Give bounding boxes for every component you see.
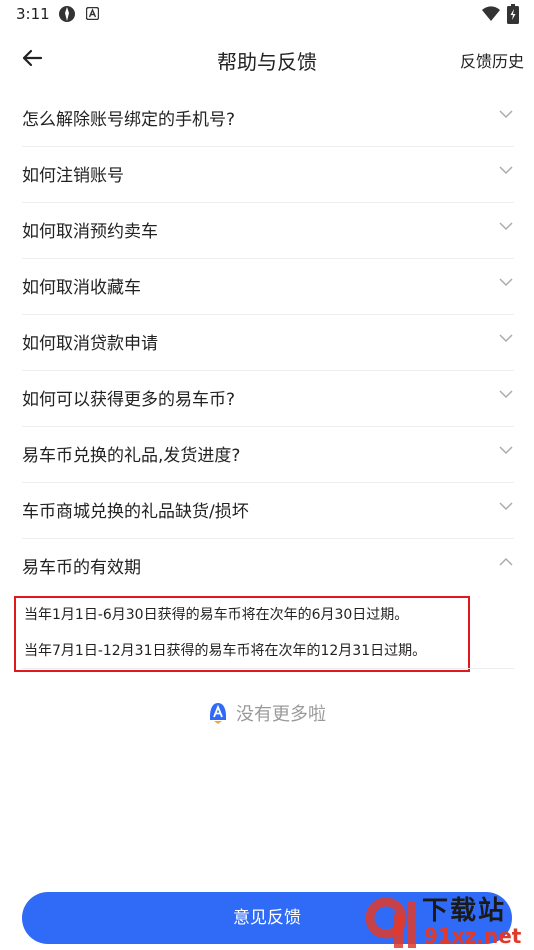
- faq-item-cancel-loan[interactable]: 如何取消贷款申请: [22, 314, 514, 371]
- wifi-icon: [482, 6, 500, 22]
- faq-item-coin-validity[interactable]: 易车币的有效期: [22, 538, 514, 594]
- chevron-down-icon: [499, 110, 513, 119]
- faq-question: 如何注销账号: [22, 166, 124, 186]
- faq-item-unbind-phone[interactable]: 怎么解除账号绑定的手机号?: [22, 90, 514, 147]
- faq-question: 如何可以获得更多的易车币?: [22, 390, 236, 410]
- faq-question: 如何取消预约卖车: [22, 222, 158, 242]
- faq-item-cancel-account[interactable]: 如何注销账号: [22, 146, 514, 203]
- chevron-down-icon: [499, 166, 513, 175]
- app-header: 帮助与反馈 反馈历史: [0, 30, 534, 86]
- faq-item-cancel-sell-appointment[interactable]: 如何取消预约卖车: [22, 202, 514, 259]
- faq-item-gift-damaged[interactable]: 车币商城兑换的礼品缺货/损坏: [22, 482, 514, 539]
- no-more-text: 没有更多啦: [236, 704, 326, 725]
- watermark-title: 下载站: [422, 896, 507, 926]
- divider: [22, 668, 514, 669]
- app-logo-icon: [210, 703, 226, 724]
- watermark-logo-icon: [365, 897, 416, 948]
- answer-line-1: 当年1月1日-6月30日获得的易车币将在次年的6月30日过期。: [24, 607, 409, 623]
- page-title: 帮助与反馈: [217, 50, 317, 74]
- faq-question: 如何取消贷款申请: [22, 334, 158, 354]
- notification-a-icon: [86, 7, 99, 20]
- faq-question: 车币商城兑换的礼品缺货/损坏: [22, 502, 249, 522]
- faq-item-cancel-favorite-car[interactable]: 如何取消收藏车: [22, 258, 514, 315]
- no-more-indicator: 没有更多啦: [0, 700, 534, 726]
- chevron-down-icon: [499, 390, 513, 399]
- faq-question: 易车币的有效期: [22, 558, 141, 578]
- chevron-down-icon: [499, 502, 513, 511]
- faq-item-gift-delivery[interactable]: 易车币兑换的礼品,发货进度?: [22, 426, 514, 483]
- feedback-history-link[interactable]: 反馈历史: [460, 48, 524, 72]
- chevron-down-icon: [499, 222, 513, 231]
- watermark: 下载站 91xz.net: [364, 890, 534, 950]
- faq-answer-coin-validity: 当年1月1日-6月30日获得的易车币将在次年的6月30日过期。 当年7月1日-1…: [14, 596, 470, 672]
- watermark-url: 91xz.net: [424, 924, 522, 948]
- faq-question: 易车币兑换的礼品,发货进度?: [22, 446, 241, 466]
- faq-question: 如何取消收藏车: [22, 278, 141, 298]
- chevron-down-icon: [499, 446, 513, 455]
- chevron-up-icon: [499, 557, 513, 566]
- faq-question: 怎么解除账号绑定的手机号?: [22, 110, 236, 130]
- battery-icon: [507, 4, 519, 24]
- chevron-down-icon: [499, 334, 513, 343]
- status-bar: 3:11: [0, 0, 534, 30]
- faq-item-earn-coins[interactable]: 如何可以获得更多的易车币?: [22, 370, 514, 427]
- status-time: 3:11: [16, 5, 50, 23]
- answer-line-2: 当年7月1日-12月31日获得的易车币将在次年的12月31日过期。: [24, 643, 427, 659]
- notification-app-icon: [59, 6, 75, 22]
- chevron-down-icon: [499, 278, 513, 287]
